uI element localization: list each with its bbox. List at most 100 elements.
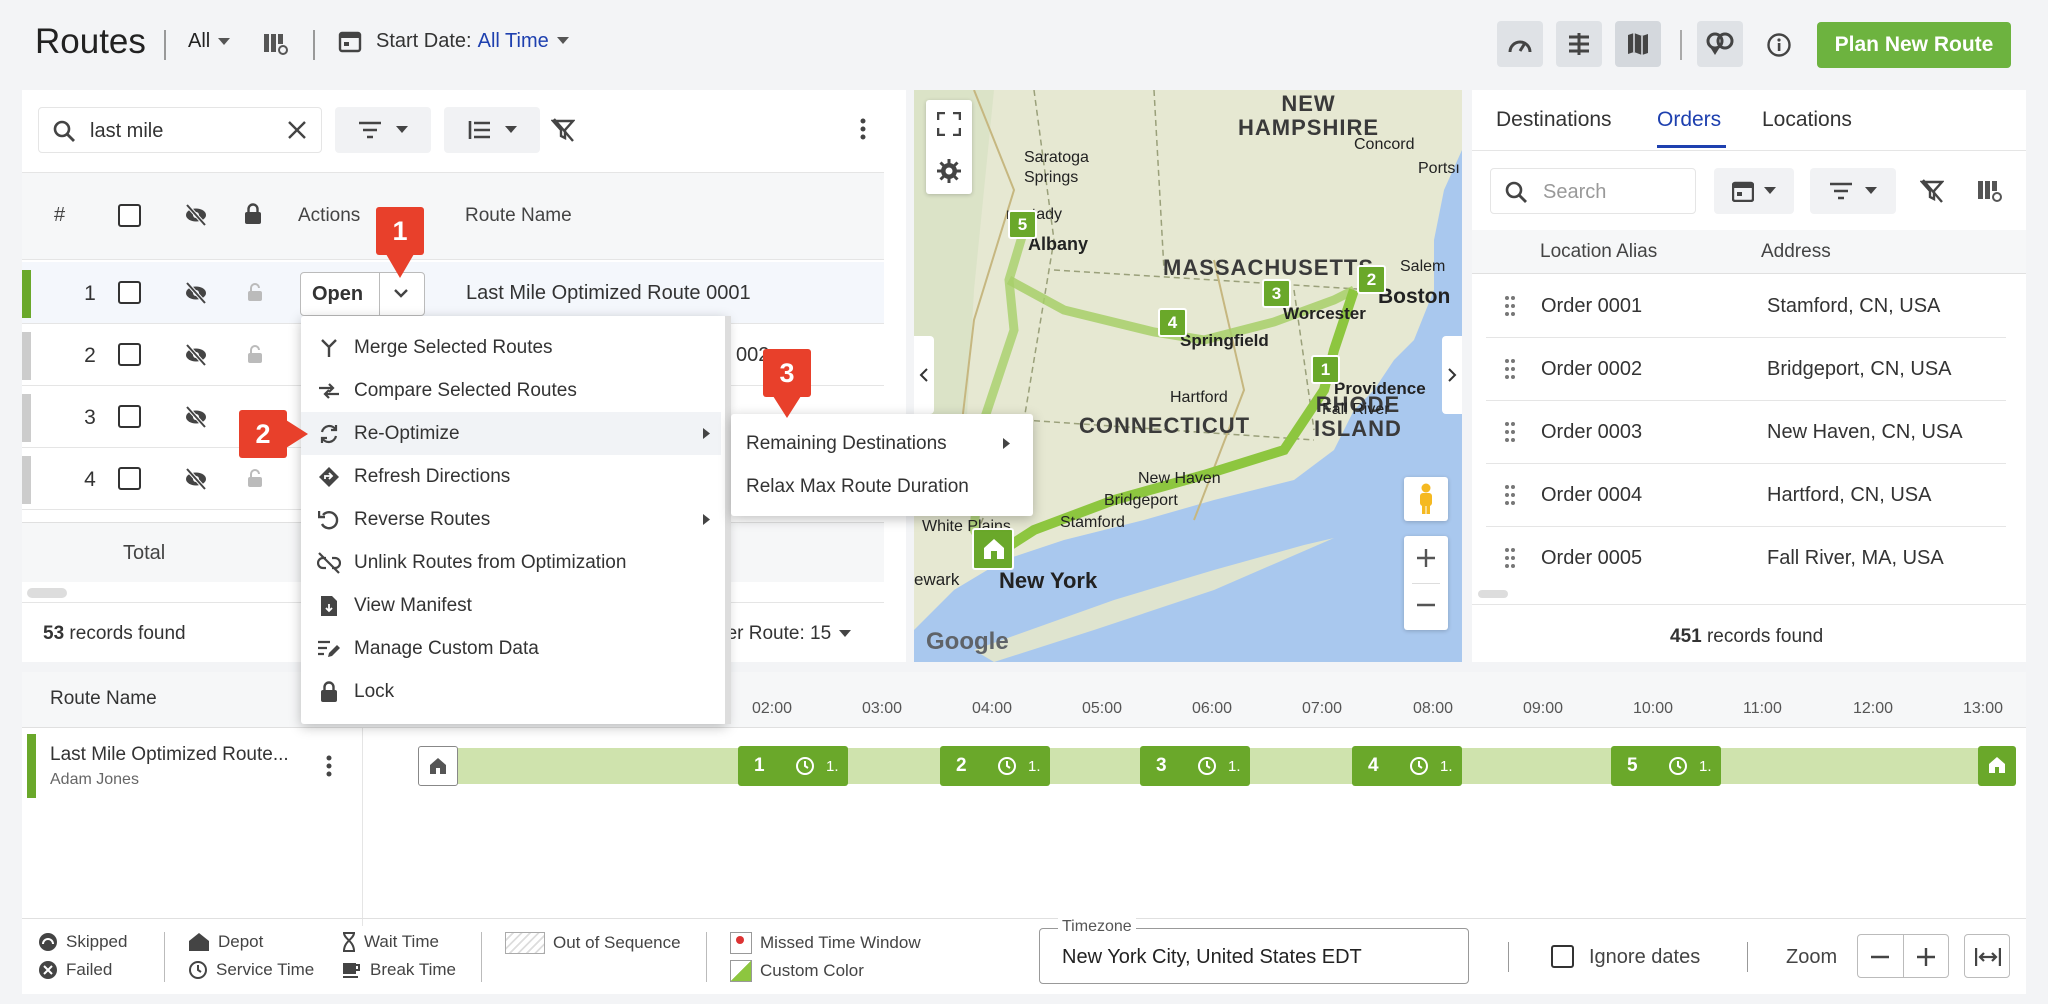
filter-all-dropdown[interactable]: All <box>188 30 231 53</box>
legend-failed: Failed <box>38 960 112 980</box>
unlocked-icon[interactable] <box>247 282 263 302</box>
zoom-label: Zoom <box>1786 946 1838 968</box>
collapse-left-handle[interactable] <box>914 336 934 414</box>
timeline-stop[interactable]: 4 1. <box>1352 746 1462 786</box>
select-all-checkbox[interactable] <box>118 204 141 227</box>
unlocked-icon[interactable] <box>247 468 263 488</box>
tab-locations[interactable]: Locations <box>1762 108 1852 132</box>
more-options-icon[interactable] <box>326 755 332 777</box>
location-compare-button[interactable] <box>1697 21 1743 67</box>
menu-item-refresh-directions[interactable]: Refresh Directions <box>301 455 721 498</box>
street-view-button[interactable] <box>1404 477 1448 521</box>
timeline-stop[interactable]: 2 1. <box>940 746 1050 786</box>
eye-slash-icon[interactable] <box>184 282 208 304</box>
route-search-box[interactable]: last mile <box>38 107 322 153</box>
table-row[interactable]: Order 0001 Stamford, CN, USA <box>1486 275 2006 338</box>
plus-icon[interactable] <box>1916 947 1936 967</box>
map-label-city: Stamford <box>1060 514 1125 531</box>
clear-search-icon[interactable] <box>287 120 307 140</box>
table-row[interactable]: Order 0005 Fall River, MA, USA <box>1486 527 2006 590</box>
collapse-right-handle[interactable] <box>1442 336 1462 414</box>
clear-filters-icon[interactable] <box>1920 179 1944 203</box>
orders-search-input[interactable]: Search <box>1543 181 1606 204</box>
drag-handle-icon[interactable] <box>1504 484 1516 506</box>
plus-icon[interactable] <box>1417 549 1435 567</box>
dashboard-button[interactable] <box>1497 21 1543 67</box>
more-options-icon[interactable] <box>860 117 866 141</box>
map-label-city: Portsı <box>1418 160 1460 177</box>
column-settings-icon[interactable] <box>263 32 289 56</box>
row-checkbox[interactable] <box>118 467 141 490</box>
map-marker-depot[interactable] <box>972 528 1014 570</box>
map-marker-stop[interactable]: 1 <box>1311 355 1340 384</box>
map-marker-stop[interactable]: 2 <box>1357 265 1386 294</box>
group-dropdown-button[interactable] <box>444 107 540 153</box>
timeline-stop[interactable]: 1 1. <box>738 746 848 786</box>
timeline-depot-end[interactable] <box>1978 746 2016 786</box>
start-date-picker[interactable]: Start Date: All Time <box>338 29 569 53</box>
info-icon[interactable] <box>1767 33 1791 57</box>
fit-width-button[interactable] <box>1964 934 2010 978</box>
table-row[interactable]: 1 Open Last Mile Optimized Route 0001 <box>22 262 884 324</box>
menu-item-manage-custom-data[interactable]: Manage Custom Data <box>301 627 721 670</box>
table-row[interactable]: Order 0003 New Haven, CN, USA <box>1486 401 2006 464</box>
split-view-button[interactable] <box>1556 21 1602 67</box>
drag-handle-icon[interactable] <box>1504 547 1516 569</box>
divider <box>1508 942 1509 972</box>
map-view-button[interactable] <box>1615 21 1661 67</box>
timeline-depot-start[interactable] <box>418 746 458 786</box>
table-row[interactable]: Order 0002 Bridgeport, CN, USA <box>1486 338 2006 401</box>
column-settings-icon[interactable] <box>1977 179 2003 203</box>
fullscreen-icon[interactable] <box>937 112 961 136</box>
date-filter-button[interactable] <box>1714 168 1794 214</box>
timezone-select[interactable]: Timezone New York City, United States ED… <box>1039 918 1469 984</box>
eye-slash-icon[interactable] <box>184 468 208 490</box>
horizontal-scrollbar[interactable] <box>27 588 67 598</box>
lock-icon[interactable] <box>244 203 262 225</box>
orders-search-box[interactable]: Search <box>1490 168 1696 214</box>
map-marker-stop[interactable]: 4 <box>1158 308 1187 337</box>
ignore-dates-checkbox[interactable] <box>1551 945 1574 968</box>
minus-icon[interactable] <box>1870 949 1890 965</box>
clear-filters-icon[interactable] <box>551 118 575 142</box>
horizontal-scrollbar[interactable] <box>1478 590 1508 598</box>
submenu-item-relax-max-route-duration[interactable]: Relax Max Route Duration <box>731 465 1033 508</box>
drag-handle-icon[interactable] <box>1504 358 1516 380</box>
unlocked-icon[interactable] <box>247 344 263 364</box>
menu-item-re-optimize[interactable]: Re-Optimize <box>301 412 721 455</box>
row-checkbox[interactable] <box>118 405 141 428</box>
open-button[interactable]: Open <box>312 283 363 306</box>
map-view[interactable] <box>914 90 1462 662</box>
eye-slash-icon[interactable] <box>184 204 208 226</box>
gear-icon[interactable] <box>937 159 961 183</box>
eye-slash-icon[interactable] <box>184 406 208 428</box>
timeline-stop[interactable]: 3 1. <box>1140 746 1250 786</box>
map-marker-stop[interactable]: 5 <box>1008 210 1037 239</box>
menu-scrollbar[interactable] <box>725 316 731 724</box>
chevron-down-icon[interactable] <box>394 289 408 299</box>
per-route-dropdown[interactable]: per Route: 15 <box>716 623 852 645</box>
menu-item-lock[interactable]: Lock <box>301 670 721 713</box>
tab-destinations[interactable]: Destinations <box>1496 108 1612 132</box>
menu-item-unlink-routes[interactable]: Unlink Routes from Optimization <box>301 541 721 584</box>
menu-item-compare-selected-routes[interactable]: Compare Selected Routes <box>301 369 721 412</box>
menu-item-view-manifest[interactable]: View Manifest <box>301 584 721 627</box>
menu-item-reverse-routes[interactable]: Reverse Routes <box>301 498 721 541</box>
table-row[interactable]: Order 0004 Hartford, CN, USA <box>1486 464 2006 527</box>
route-search-input[interactable]: last mile <box>90 120 163 143</box>
row-checkbox[interactable] <box>118 343 141 366</box>
orders-filter-button[interactable] <box>1810 168 1896 214</box>
filter-dropdown-button[interactable] <box>335 107 431 153</box>
drag-handle-icon[interactable] <box>1504 295 1516 317</box>
submenu-item-remaining-destinations[interactable]: Remaining Destinations <box>731 422 1033 465</box>
plan-new-route-button[interactable]: Plan New Route <box>1817 22 2011 68</box>
row-checkbox[interactable] <box>118 281 141 304</box>
timeline-stop[interactable]: 5 1. <box>1611 746 1721 786</box>
menu-item-merge-selected-routes[interactable]: Merge Selected Routes <box>301 326 721 369</box>
drag-handle-icon[interactable] <box>1504 421 1516 443</box>
tab-orders[interactable]: Orders <box>1657 108 1721 132</box>
minus-icon[interactable] <box>1417 596 1435 614</box>
map-marker-stop[interactable]: 3 <box>1262 279 1291 308</box>
timeline-route-name[interactable]: Last Mile Optimized Route... <box>50 744 289 766</box>
eye-slash-icon[interactable] <box>184 344 208 366</box>
